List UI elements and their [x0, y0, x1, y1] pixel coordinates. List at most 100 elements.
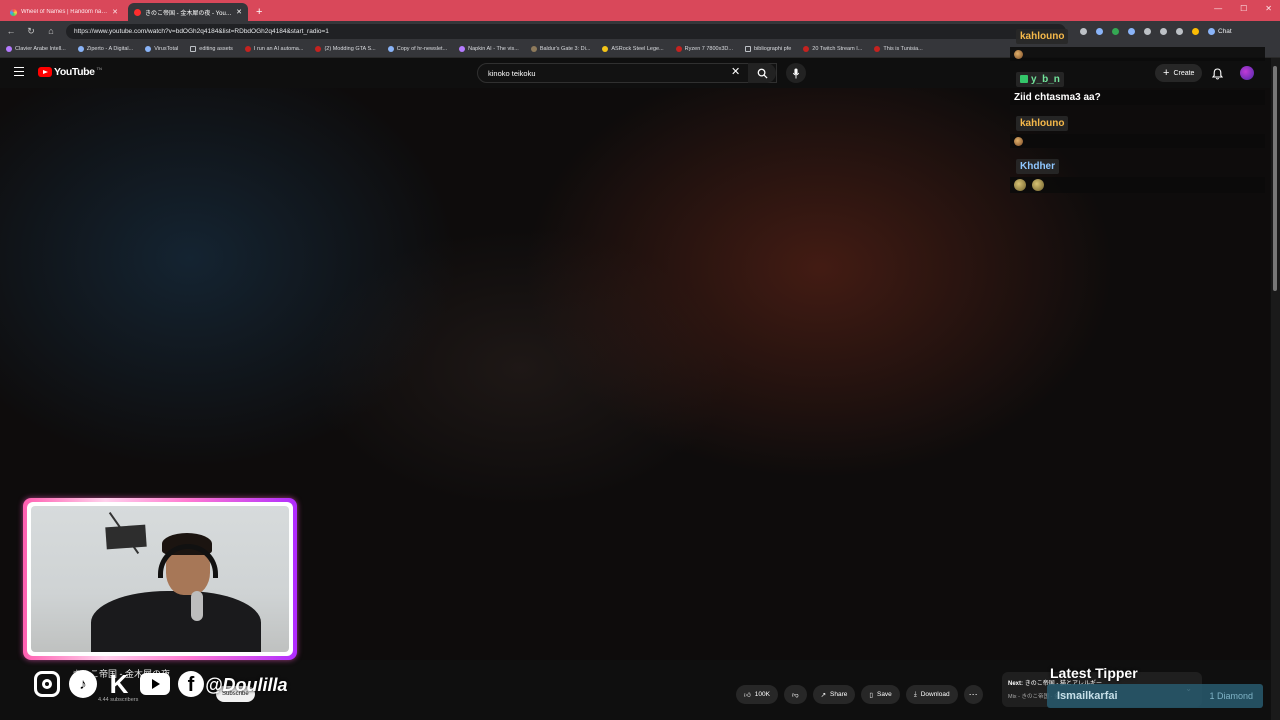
- emote-icon: [1014, 179, 1026, 191]
- thumbs-up-icon: 👍︎: [744, 691, 751, 699]
- bookmark-item[interactable]: bibliographi pfe: [744, 46, 791, 52]
- reload-icon[interactable]: ↻: [26, 26, 36, 37]
- chat-body: [1010, 47, 1265, 61]
- latest-tipper-title: Latest Tipper: [1050, 665, 1138, 681]
- streamer-handle: @Doulilla: [205, 675, 288, 695]
- bookmark-icon: [387, 46, 394, 52]
- latest-tipper-bar: Ismailkarfai 1 Diamond: [1047, 684, 1263, 708]
- tab-title: きのこ帝国 - 金木犀の夜 - YouTube: [145, 10, 233, 17]
- microphone: [191, 591, 203, 621]
- bookmark-icon: [602, 46, 609, 52]
- bookmark-icon: [145, 46, 152, 52]
- bookmark-item[interactable]: Ryzen 7 7800x3D...: [675, 46, 733, 52]
- save-button[interactable]: ▯ Save: [861, 685, 900, 704]
- webcam-frame: [23, 498, 297, 660]
- close-window-icon[interactable]: ✕: [1265, 4, 1272, 13]
- download-label: Download: [920, 691, 950, 698]
- tipper-name: Ismailkarfai: [1057, 690, 1118, 702]
- wheel-icon: [10, 8, 17, 16]
- bookmark-icon: ▯: [869, 691, 873, 699]
- youtube-icon: [675, 46, 682, 52]
- bookmark-item[interactable]: Copy of hr-newslet...: [387, 46, 447, 52]
- bookmark-item[interactable]: VirusTotal: [145, 46, 178, 52]
- chat-username: y_b_n: [1016, 72, 1064, 87]
- download-button[interactable]: ⤓ Download: [905, 685, 958, 704]
- country-code: TN: [96, 65, 102, 71]
- bookmark-item[interactable]: Clavier Arabe Intell...: [6, 46, 66, 52]
- youtube-icon: [134, 8, 141, 16]
- facebook-icon: f: [176, 669, 206, 699]
- youtube-play-icon: [38, 67, 52, 77]
- next-label: Next:: [1008, 681, 1024, 687]
- url-text: https://www.youtube.com/watch?v=bdOGh2q4…: [74, 27, 329, 35]
- share-button[interactable]: ↗ Share: [812, 685, 856, 704]
- bookmark-item[interactable]: editing assets: [190, 46, 233, 52]
- youtube-icon: [140, 669, 170, 699]
- scrollbar-thumb[interactable]: [1273, 66, 1277, 291]
- microphone-icon: [792, 67, 800, 79]
- browser-tab-active[interactable]: きのこ帝国 - 金木犀の夜 - YouTube ✕: [128, 3, 248, 21]
- chat-body: [1010, 134, 1265, 148]
- chat-message: y_b_n Ziid chtasma3 aa?: [1010, 69, 1265, 105]
- like-count: 100K: [754, 691, 770, 698]
- minimize-icon[interactable]: —: [1214, 4, 1222, 13]
- youtube-icon: [803, 46, 810, 52]
- webcam-feed: [31, 506, 289, 652]
- bookmark-icon: [6, 46, 12, 52]
- close-icon[interactable]: ✕: [112, 8, 118, 16]
- bookmark-item[interactable]: Ziperto - A Digital...: [77, 46, 133, 52]
- browser-tab[interactable]: Wheel of Names | Random name ... ✕: [4, 3, 124, 21]
- bookmark-icon: [77, 46, 84, 52]
- chat-message: kahlouno: [1010, 113, 1265, 148]
- voice-search-button[interactable]: [786, 63, 806, 83]
- window-controls: — ☐ ✕: [1214, 4, 1272, 13]
- clear-search-icon[interactable]: ✕: [731, 65, 740, 78]
- bookmark-item[interactable]: Baldur's Gate 3: Di...: [530, 46, 590, 52]
- tiktok-icon: ♪: [68, 669, 98, 699]
- download-icon: ⤓: [913, 690, 917, 698]
- like-button[interactable]: 👍︎ 100K: [736, 685, 778, 704]
- address-bar[interactable]: https://www.youtube.com/watch?v=bdOGh2q4…: [66, 23, 1066, 39]
- chat-message: Khdher: [1010, 156, 1265, 193]
- bookmark-item[interactable]: Napkin AI - The vis...: [459, 46, 519, 52]
- folder-icon: [744, 46, 751, 52]
- chat-body: [1010, 177, 1265, 193]
- bookmark-item[interactable]: 20 Twitch Stream I...: [803, 46, 862, 52]
- more-actions-button[interactable]: ⋯: [963, 685, 983, 704]
- youtube-logo[interactable]: YouTube TN: [38, 66, 102, 78]
- search-icon: [757, 68, 768, 79]
- page-scrollbar[interactable]: [1271, 58, 1280, 720]
- more-icon: ⋯: [968, 689, 978, 699]
- new-tab-button[interactable]: +: [256, 6, 262, 18]
- emote-icon: [1014, 49, 1023, 59]
- chat-username: Khdher: [1016, 159, 1059, 174]
- youtube-icon: [315, 46, 322, 52]
- tab-title: Wheel of Names | Random name ...: [21, 9, 109, 15]
- emote-icon: [1014, 136, 1023, 146]
- share-label: Share: [830, 691, 848, 698]
- chat-overlay: kahlouno y_b_n Ziid chtasma3 aa? kahloun…: [1010, 26, 1265, 201]
- thumbs-down-icon: 👎︎: [791, 691, 799, 699]
- kick-icon: K: [109, 668, 129, 699]
- back-icon[interactable]: ←: [6, 26, 16, 36]
- tipper-amount: 1 Diamond: [1209, 691, 1253, 701]
- chat-body: Ziid chtasma3 aa?: [1010, 90, 1265, 105]
- bookmark-icon: [530, 46, 537, 52]
- youtube-icon: [874, 46, 881, 52]
- bookmark-item[interactable]: ASRock Steel Lege...: [602, 46, 664, 52]
- close-icon[interactable]: ✕: [236, 8, 242, 16]
- bookmark-icon: [459, 46, 466, 52]
- badge-icon: [1020, 75, 1028, 84]
- menu-icon[interactable]: [14, 67, 24, 76]
- emote-icon: [1032, 179, 1044, 191]
- bookmark-item[interactable]: This is Tunisia...: [874, 46, 923, 52]
- youtube-logo-text: YouTube: [54, 66, 95, 78]
- bookmark-item[interactable]: I run an AI automa...: [244, 46, 303, 52]
- dislike-button[interactable]: 👎︎: [783, 685, 807, 704]
- home-icon[interactable]: ⌂: [46, 26, 56, 36]
- video-actions: 👍︎ 100K 👎︎ ↗ Share ▯ Save ⤓ Download ⋯: [736, 685, 983, 704]
- social-links: ♪ K f: [32, 669, 206, 699]
- search-button[interactable]: [748, 63, 776, 83]
- bookmark-item[interactable]: (2) Modding GTA S...: [315, 46, 376, 52]
- maximize-icon[interactable]: ☐: [1240, 4, 1247, 13]
